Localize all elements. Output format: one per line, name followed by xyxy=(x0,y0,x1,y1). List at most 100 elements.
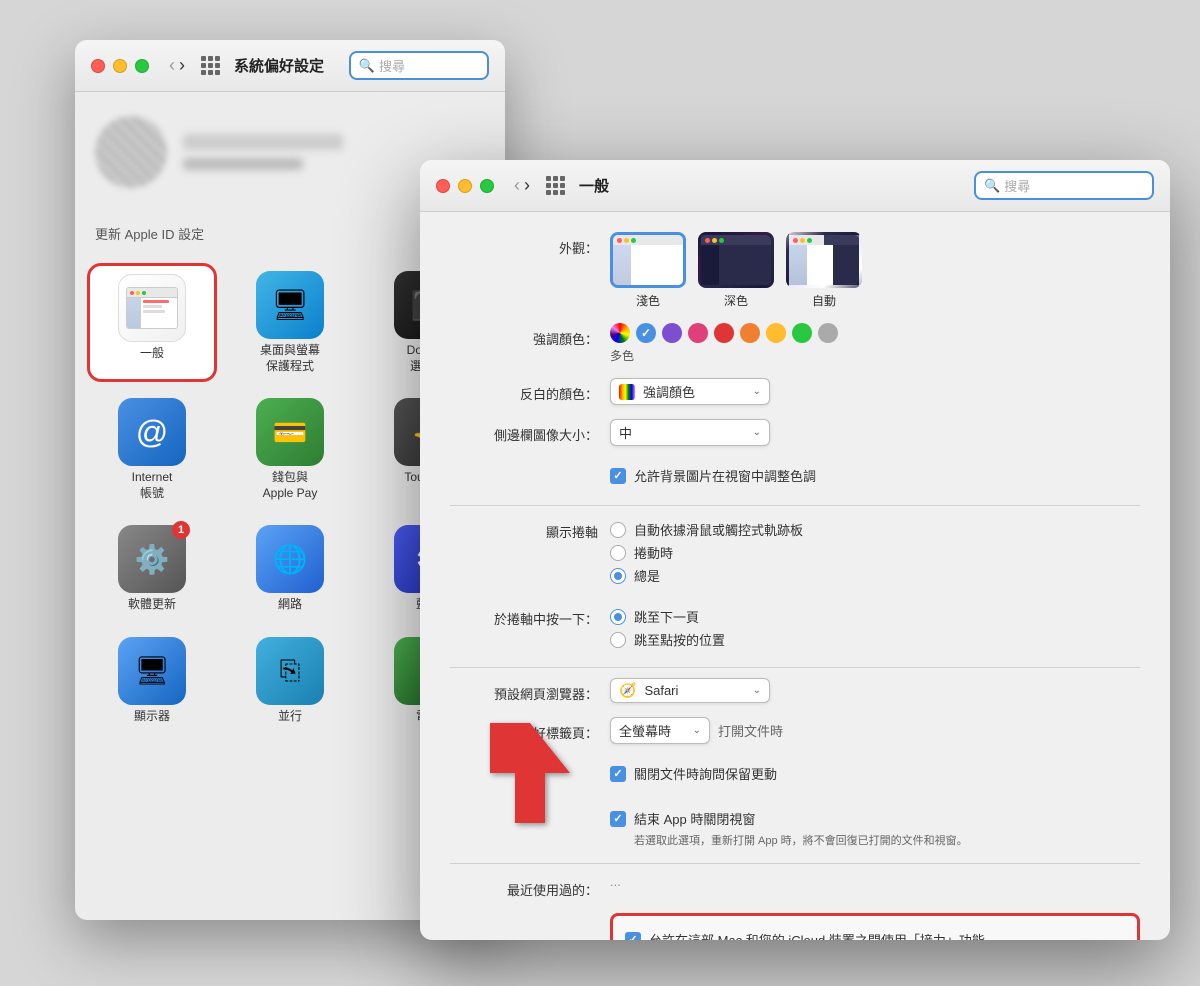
sidebar-size-label: 側邊欄圖像大小： xyxy=(450,419,610,444)
front-zoom-button[interactable] xyxy=(480,179,494,193)
internet-label: Internet帳號 xyxy=(132,470,173,501)
scroll-click-label: 於捲軸中按一下： xyxy=(450,603,610,628)
front-close-button[interactable] xyxy=(436,179,450,193)
sidebar-item-wallet[interactable]: 💳 錢包與Apple Pay xyxy=(225,390,355,509)
back-search-box[interactable]: 🔍 搜尋 xyxy=(349,51,489,80)
scroll-click-position-radio[interactable] xyxy=(610,632,626,648)
appearance-row: 外觀： xyxy=(450,232,1140,309)
tabs-dropdown[interactable]: 全螢幕時 ⌄ xyxy=(610,717,710,744)
front-grid-icon[interactable] xyxy=(546,176,565,195)
handoff-row: 允許在這部 Mac 和您的 iCloud 裝置之間使用「接力」功能 xyxy=(450,905,1140,940)
front-back-arrow[interactable]: ‹ xyxy=(514,175,520,196)
minimize-button[interactable] xyxy=(113,59,127,73)
scroll-radio-scroll[interactable] xyxy=(610,545,626,561)
highlight-color-row: 反白的顏色： 強調顏色 ⌄ xyxy=(450,378,1140,405)
quit-close-note: 若選取此選項，重新打開 App 時，將不會回復已打開的文件和視窗。 xyxy=(610,834,1140,849)
sidebar-item-display[interactable]: 🖥 顯示器 xyxy=(87,629,217,733)
front-window-title: 一般 xyxy=(579,175,609,196)
color-swatch xyxy=(619,384,635,400)
sidebar-item-internet[interactable]: @ Internet帳號 xyxy=(87,390,217,509)
accent-multicolor[interactable] xyxy=(610,323,630,343)
scroll-label: 顯示捲軸 xyxy=(450,516,610,541)
accent-rose[interactable] xyxy=(688,323,708,343)
display-icon: 🖥 xyxy=(118,637,186,705)
red-arrow-svg xyxy=(470,713,590,833)
handoff-checkbox[interactable] xyxy=(625,932,641,940)
divider-1 xyxy=(450,505,1140,506)
browser-content: 🧭 Safari ⌄ xyxy=(610,678,1140,703)
back-search-input[interactable]: 搜尋 xyxy=(379,56,479,75)
sidebar-size-dropdown[interactable]: 中 ⌄ xyxy=(610,419,770,446)
browser-dropdown-arrow: ⌄ xyxy=(753,685,761,696)
close-button[interactable] xyxy=(91,59,105,73)
sidebar-item-network[interactable]: 🌐 網路 xyxy=(225,517,355,621)
sidebar-item-software[interactable]: ⚙️ 1 軟體更新 xyxy=(87,517,217,621)
quit-close-label: 結束 App 時關閉視窗 xyxy=(634,809,755,828)
general-icon xyxy=(118,274,186,342)
appearance-light-img xyxy=(610,232,686,288)
desktop-icon: 🖥 xyxy=(256,271,324,339)
scroll-radio-auto[interactable] xyxy=(610,522,626,538)
accent-yellow[interactable] xyxy=(766,323,786,343)
software-label: 軟體更新 xyxy=(128,597,176,613)
accent-colors xyxy=(610,323,1140,343)
scroll-click-position: 跳至點按的位置 xyxy=(610,630,1140,649)
desktop-label: 桌面與螢幕保護程式 xyxy=(260,343,320,374)
front-search-input[interactable]: 搜尋 xyxy=(1004,176,1104,195)
front-minimize-button[interactable] xyxy=(458,179,472,193)
zoom-button[interactable] xyxy=(135,59,149,73)
browser-dropdown[interactable]: 🧭 Safari ⌄ xyxy=(610,678,770,703)
appearance-auto-img xyxy=(786,232,862,288)
accent-orange[interactable] xyxy=(740,323,760,343)
browser-row: 預設網頁瀏覽器： 🧭 Safari ⌄ xyxy=(450,678,1140,703)
allow-wallpaper-row: 允許背景圖片在視窗中調整色調 xyxy=(610,466,1140,485)
accent-green[interactable] xyxy=(792,323,812,343)
front-search-icon: 🔍 xyxy=(984,178,1000,194)
appearance-light[interactable]: 淺色 xyxy=(610,232,686,309)
close-save-checkbox-row: 關閉文件時詢問保留更動 xyxy=(610,764,1140,783)
appearance-auto[interactable]: 自動 xyxy=(786,232,862,309)
appearance-light-label: 淺色 xyxy=(636,292,660,309)
highlight-color-label: 反白的顏色： xyxy=(450,378,610,403)
grid-icon[interactable] xyxy=(201,56,220,75)
back-titlebar: ‹ › 系統偏好設定 🔍 搜尋 xyxy=(75,40,505,92)
appearance-options: 淺色 xyxy=(610,232,1140,309)
handoff-checkbox-row: 允許在這部 Mac 和您的 iCloud 裝置之間使用「接力」功能 xyxy=(625,930,1125,940)
search-icon: 🔍 xyxy=(359,58,375,74)
front-search-box[interactable]: 🔍 搜尋 xyxy=(974,171,1154,200)
scroll-click-row: 於捲軸中按一下： 跳至下一頁 跳至點按的位置 xyxy=(450,603,1140,653)
allow-wallpaper-checkbox[interactable] xyxy=(610,468,626,484)
forward-arrow[interactable]: › xyxy=(179,55,185,76)
appearance-dark-label: 深色 xyxy=(724,292,748,309)
scroll-click-next-radio[interactable] xyxy=(610,609,626,625)
close-save-label: 關閉文件時詢問保留更動 xyxy=(634,764,777,783)
close-save-checkbox[interactable] xyxy=(610,766,626,782)
sidebar-item-parallel[interactable]: ⎘ 並行 xyxy=(225,629,355,733)
accent-blue[interactable] xyxy=(636,323,656,343)
highlight-color-content: 強調顏色 ⌄ xyxy=(610,378,1140,405)
profile-sub xyxy=(183,158,303,170)
quit-close-checkbox[interactable] xyxy=(610,811,626,827)
accent-color-row: 強調顏色： 多色 xyxy=(450,323,1140,364)
appearance-auto-label: 自動 xyxy=(812,292,836,309)
back-arrow[interactable]: ‹ xyxy=(169,55,175,76)
software-badge: 1 xyxy=(172,521,190,539)
wallet-label: 錢包與Apple Pay xyxy=(263,470,318,501)
front-forward-arrow[interactable]: › xyxy=(524,175,530,196)
accent-multi-label: 多色 xyxy=(610,347,1140,364)
divider-3 xyxy=(450,863,1140,864)
quit-close-checkbox-row: 結束 App 時關閉視窗 xyxy=(610,809,1140,828)
scroll-radio-always[interactable] xyxy=(610,568,626,584)
back-window-title: 系統偏好設定 xyxy=(234,55,324,76)
sidebar-item-desktop[interactable]: 🖥 桌面與螢幕保護程式 xyxy=(225,263,355,382)
accent-purple[interactable] xyxy=(662,323,682,343)
accent-graphite[interactable] xyxy=(818,323,838,343)
scroll-option-scroll-label: 捲動時 xyxy=(634,543,673,562)
highlight-color-dropdown[interactable]: 強調顏色 ⌄ xyxy=(610,378,770,405)
sidebar-item-general[interactable]: 一般 xyxy=(87,263,217,382)
accent-red[interactable] xyxy=(714,323,734,343)
appearance-dark[interactable]: 深色 xyxy=(698,232,774,309)
red-arrow xyxy=(470,713,590,838)
scroll-click-next-label: 跳至下一頁 xyxy=(634,607,699,626)
dropdown-arrow-icon: ⌄ xyxy=(753,386,761,397)
